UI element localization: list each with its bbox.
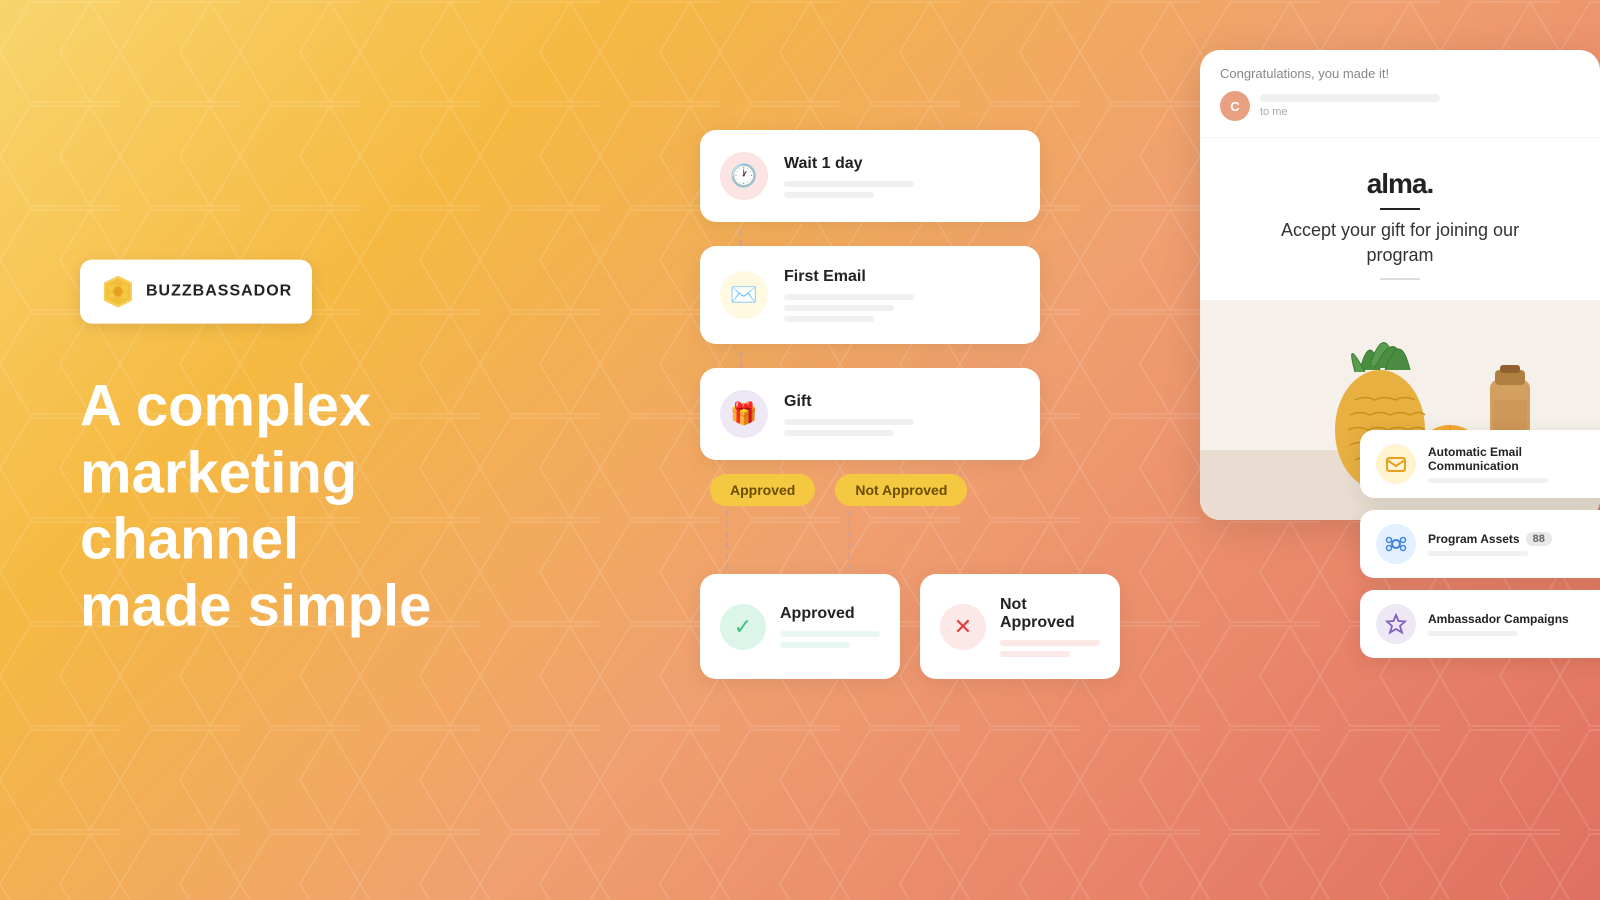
outcome-na-line1 <box>1000 640 1100 646</box>
ambassador-content: Ambassador Campaigns <box>1428 612 1600 636</box>
hero-line1: A complex <box>80 374 580 441</box>
flow-card-wait: 🕐 Wait 1 day <box>700 130 1040 222</box>
hero-title: A complex marketing channel made simple <box>80 374 580 641</box>
sender-avatar: C <box>1220 91 1250 121</box>
auto-email-content: Automatic Email Communication <box>1428 445 1600 483</box>
flow-section: 🕐 Wait 1 day ✉️ First Email <box>700 130 1040 679</box>
email-header: Congratulations, you made it! C to me <box>1200 50 1600 138</box>
flow-card-email: ✉️ First Email <box>700 246 1040 344</box>
program-assets-badge: 88 <box>1526 532 1552 546</box>
hero-line3: made simple <box>80 574 580 641</box>
right-card-ambassador: Ambassador Campaigns <box>1360 590 1600 658</box>
badge-row: Approved Not Approved <box>710 474 1040 506</box>
sender-to: to me <box>1260 94 1440 118</box>
outcome-approved-title: Approved <box>780 605 880 623</box>
gift-line1 <box>784 419 914 425</box>
wait-title: Wait 1 day <box>784 155 1020 173</box>
email-icon: ✉️ <box>720 271 768 319</box>
email-content: First Email <box>784 268 1020 322</box>
program-assets-content: Program Assets 88 <box>1428 532 1600 556</box>
right-cards: Automatic Email Communication Program As… <box>1360 430 1600 658</box>
logo-text: BUZZBASSADOR <box>146 283 292 301</box>
email-copy: Accept your gift for joining our program <box>1220 218 1580 268</box>
gift-lines <box>784 419 1020 436</box>
outcome-line1 <box>780 631 880 637</box>
email-brand: alma. Accept your gift for joining our p… <box>1200 138 1600 300</box>
wait-line1 <box>784 181 914 187</box>
dashed-left <box>726 510 728 570</box>
sender-to-text: to me <box>1260 106 1440 118</box>
left-content: BUZZBASSADOR A complex marketing channel… <box>80 260 580 641</box>
connector-2 <box>740 352 742 368</box>
email-lines <box>784 294 1020 322</box>
outcome-approved-content: Approved <box>780 605 880 648</box>
email-divider2 <box>1380 278 1420 280</box>
outcome-not-approved-content: Not Approved <box>1000 596 1100 657</box>
outcome-not-approved-title: Not Approved <box>1000 596 1100 632</box>
ambassador-line <box>1428 631 1518 636</box>
program-assets-icon <box>1376 524 1416 564</box>
outcome-approved-lines <box>780 631 880 648</box>
email-title: First Email <box>784 268 1020 286</box>
approved-check-icon: ✓ <box>720 604 766 650</box>
outcome-line2 <box>780 642 850 648</box>
hero-line2: marketing channel <box>80 440 580 573</box>
gift-content: Gift <box>784 393 1020 436</box>
flow-card-gift: 🎁 Gift <box>700 368 1040 460</box>
auto-email-icon <box>1376 444 1416 484</box>
dashed-connectors <box>726 510 1040 570</box>
outcome-not-approved-lines <box>1000 640 1100 657</box>
not-approved-x-icon: ✕ <box>940 604 986 650</box>
program-assets-line <box>1428 551 1528 556</box>
right-card-program-assets: Program Assets 88 <box>1360 510 1600 578</box>
email-line1 <box>784 294 914 300</box>
email-brand-name: alma. <box>1220 168 1580 200</box>
right-card-auto-email: Automatic Email Communication <box>1360 430 1600 498</box>
gift-icon: 🎁 <box>720 390 768 438</box>
wait-line2 <box>784 192 874 198</box>
outcome-approved: ✓ Approved <box>700 574 900 679</box>
auto-email-line <box>1428 478 1548 483</box>
email-divider <box>1380 208 1420 210</box>
sender-line <box>1260 94 1440 102</box>
gift-line2 <box>784 430 894 436</box>
gift-title: Gift <box>784 393 1020 411</box>
email-subject: Congratulations, you made it! <box>1220 66 1580 81</box>
logo-icon <box>100 274 136 310</box>
outcome-row: ✓ Approved ✕ Not Approved <box>700 574 1040 679</box>
email-sender: C to me <box>1220 91 1580 121</box>
ambassador-title: Ambassador Campaigns <box>1428 612 1600 626</box>
program-assets-label: Program Assets <box>1428 532 1520 546</box>
program-assets-title-row: Program Assets 88 <box>1428 532 1600 546</box>
logo-box: BUZZBASSADOR <box>80 260 312 324</box>
connector-1 <box>740 230 742 246</box>
auto-email-title: Automatic Email Communication <box>1428 445 1600 473</box>
outcome-not-approved: ✕ Not Approved <box>920 574 1120 679</box>
ui-area: Congratulations, you made it! C to me al… <box>640 50 1600 850</box>
not-approved-badge: Not Approved <box>835 474 967 506</box>
outcome-na-line2 <box>1000 651 1070 657</box>
approved-badge: Approved <box>710 474 815 506</box>
dashed-right <box>848 510 850 570</box>
wait-lines <box>784 181 1020 198</box>
email-line3 <box>784 316 874 322</box>
wait-icon: 🕐 <box>720 152 768 200</box>
ambassador-icon <box>1376 604 1416 644</box>
wait-content: Wait 1 day <box>784 155 1020 198</box>
email-line2 <box>784 305 894 311</box>
